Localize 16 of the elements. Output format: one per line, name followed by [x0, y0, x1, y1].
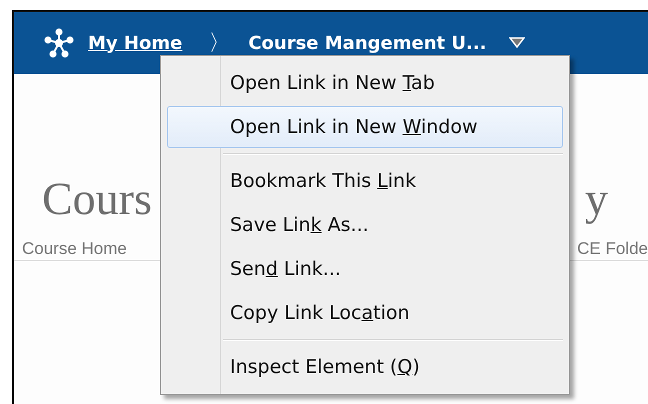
menu-item[interactable]: Inspect Element (Q) — [167, 346, 563, 388]
menu-item[interactable]: Save Link As... — [167, 204, 563, 246]
page-heading: y — [585, 172, 608, 225]
menu-item[interactable]: Bookmark This Link — [167, 160, 563, 202]
home-icon — [44, 28, 74, 58]
nav-link[interactable]: CE Folde — [577, 239, 648, 260]
home-link[interactable]: My Home — [88, 32, 182, 54]
menu-item[interactable]: Open Link in New Tab — [167, 62, 563, 104]
dropdown-caret-icon[interactable] — [508, 37, 525, 49]
menu-item[interactable]: Send Link... — [167, 248, 563, 290]
breadcrumb-separator: 〉 — [208, 30, 230, 58]
course-title[interactable]: Course Mangement U... — [248, 32, 487, 54]
menu-item[interactable]: Open Link in New Window — [167, 106, 563, 148]
nav-link[interactable]: Course Home — [22, 239, 127, 260]
page-heading: Cours — [42, 172, 152, 225]
menu-item[interactable]: Copy Link Location — [167, 292, 563, 334]
